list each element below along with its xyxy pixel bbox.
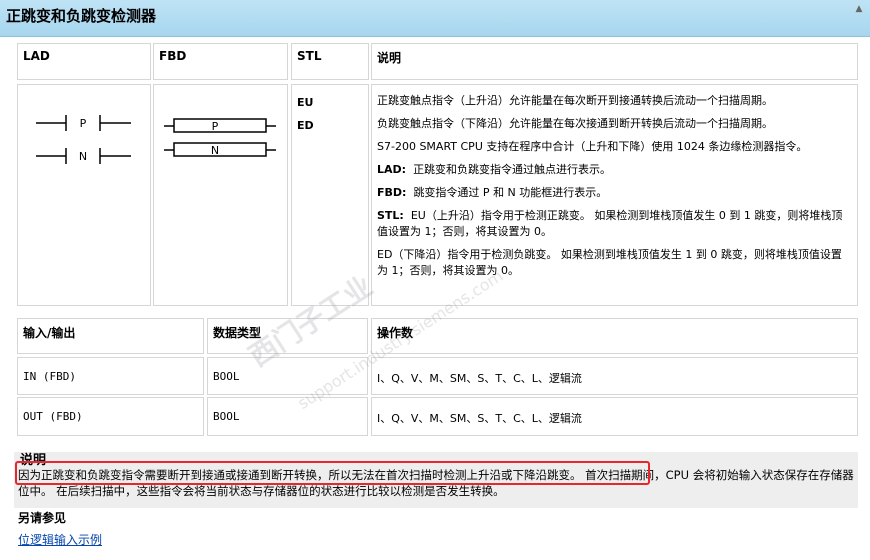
stl-eu: EU bbox=[297, 96, 314, 109]
lad-contacts-diagram: P N bbox=[36, 115, 131, 164]
table-row-in-io: IN (FBD) bbox=[17, 357, 204, 395]
lad-contact-n-label: N bbox=[79, 150, 87, 163]
stl-cell: EU ED bbox=[291, 84, 369, 306]
header-description: 说明 bbox=[371, 43, 858, 80]
header-stl: STL bbox=[291, 43, 369, 80]
table-row-out-operands: I、Q、V、M、SM、S、T、C、L、逻辑流 bbox=[371, 397, 858, 436]
desc-edge-limit: S7-200 SMART CPU 支持在程序中合计（上升和下降）使用 1024 … bbox=[377, 140, 808, 153]
fbd-cell: P N bbox=[153, 84, 288, 306]
desc-rising-edge: 正跳变触点指令（上升沿）允许能量在每次断开到接通转换后流动一个扫描周期。 bbox=[377, 94, 773, 107]
table-row-in-operands: I、Q、V、M、SM、S、T、C、L、逻辑流 bbox=[371, 357, 858, 395]
lad-cell: P N bbox=[17, 84, 151, 306]
desc-stl-ed: ED（下降沿）指令用于检测负跳变。 如果检测到堆栈顶值发生 1 到 0 跳变，则… bbox=[377, 248, 842, 277]
scroll-up-icon[interactable]: ▲ bbox=[852, 2, 866, 16]
table-row-out-type: BOOL bbox=[207, 397, 368, 436]
fbd-box-n-label: N bbox=[211, 144, 219, 157]
title-bar: 正跳变和负跳变检测器 ▲ bbox=[0, 0, 870, 37]
header-datatype: 数据类型 bbox=[207, 318, 368, 354]
header-operands: 操作数 bbox=[371, 318, 858, 354]
fbd-boxes-diagram: P N bbox=[164, 118, 276, 157]
stl-ed: ED bbox=[297, 119, 314, 132]
red-highlight-box bbox=[15, 461, 650, 485]
see-also-heading: 另请参见 bbox=[18, 511, 67, 525]
lad-contact-p-label: P bbox=[80, 117, 87, 130]
fbd-box-p-label: P bbox=[212, 120, 219, 133]
desc-stl-eu: STL: EU（上升沿）指令用于检测正跳变。 如果检测到堆栈顶值发生 0 到 1… bbox=[377, 209, 843, 238]
desc-falling-edge: 负跳变触点指令（下降沿）允许能量在每次接通到断开转换后流动一个扫描周期。 bbox=[377, 117, 773, 130]
page-title: 正跳变和负跳变检测器 bbox=[6, 7, 157, 25]
header-io: 输入/输出 bbox=[17, 318, 204, 354]
desc-fbd: FBD: 跳变指令通过 P 和 N 功能框进行表示。 bbox=[377, 186, 608, 199]
desc-lad: LAD: 正跳变和负跳变指令通过触点进行表示。 bbox=[377, 163, 612, 176]
table-row-out-io: OUT (FBD) bbox=[17, 397, 204, 436]
bit-logic-example-link[interactable]: 位逻辑输入示例 bbox=[18, 531, 102, 548]
table-row-in-type: BOOL bbox=[207, 357, 368, 395]
header-fbd: FBD bbox=[153, 43, 288, 80]
header-lad: LAD bbox=[17, 43, 151, 80]
description-cell: 正跳变触点指令（上升沿）允许能量在每次断开到接通转换后流动一个扫描周期。 负跳变… bbox=[371, 84, 858, 306]
